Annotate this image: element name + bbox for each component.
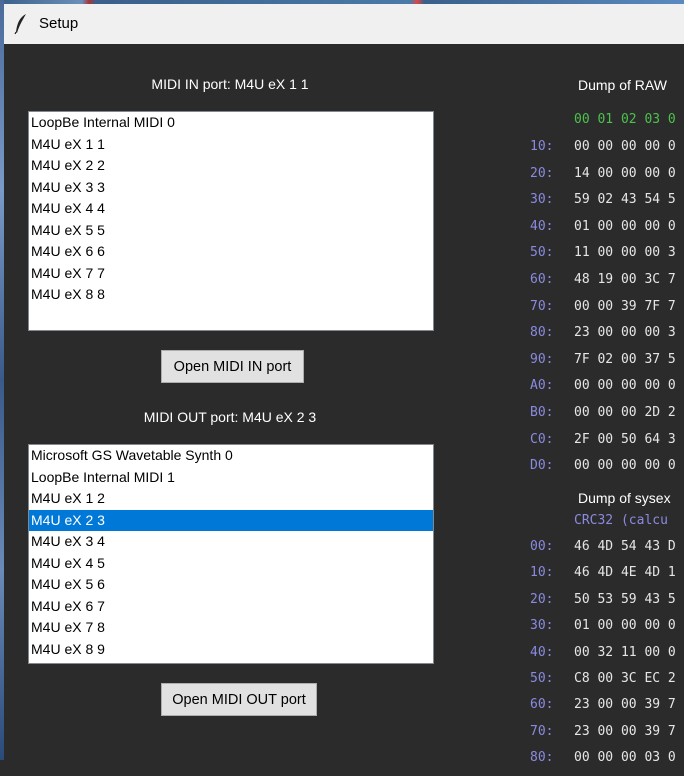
raw-dump-title: Dump of RAW [578, 77, 667, 93]
hex-bytes: 00 00 00 00 0 [574, 139, 676, 154]
hex-bytes: 01 00 00 00 0 [574, 618, 676, 634]
hex-address: 90: [530, 351, 554, 367]
hex-bytes: 23 00 00 39 7 [574, 697, 676, 713]
hex-bytes: 11 00 00 00 3 [574, 245, 676, 261]
hex-bytes: 23 00 00 39 7 [574, 723, 676, 739]
open-midi-in-button[interactable]: Open MIDI IN port [161, 350, 304, 383]
hex-dump-row: 30: 59 02 43 54 5 [530, 192, 676, 218]
list-item[interactable]: M4U eX 2 2 [29, 155, 433, 177]
list-item[interactable]: M4U eX 7 8 [29, 617, 433, 639]
hex-dump-row: A0: 00 00 00 00 0 [530, 378, 676, 404]
hex-bytes: 23 00 00 00 3 [574, 325, 676, 341]
hex-dump-row: 10: 00 00 00 00 0 [530, 139, 676, 165]
sysex-dump-title: Dump of sysex [578, 490, 671, 506]
hex-address: 60: [530, 272, 554, 287]
hex-dump-row: 10: 46 4D 4E 4D 1 [530, 565, 676, 591]
midi-out-listbox[interactable]: Microsoft GS Wavetable Synth 0 LoopBe Int… [28, 444, 434, 664]
hex-address: 80: [530, 750, 554, 766]
hex-address: 70: [530, 298, 554, 314]
hex-bytes: C8 00 3C EC 2 [574, 671, 676, 686]
list-item[interactable]: M4U eX 6 7 [29, 596, 433, 618]
list-item[interactable]: M4U eX 7 7 [29, 263, 433, 285]
list-item[interactable]: M4U eX 6 6 [29, 241, 433, 263]
hex-address: B0: [530, 405, 554, 420]
midi-in-port-label: MIDI IN port: M4U eX 1 1 [151, 76, 309, 92]
hex-bytes: 50 53 59 43 5 [574, 591, 676, 607]
hex-dump-row: 60: 48 19 00 3C 7 [530, 272, 676, 298]
hex-address: 60: [530, 697, 554, 713]
hex-address: C0: [530, 431, 554, 447]
hex-dump-row: 20: 14 00 00 00 0 [530, 166, 676, 192]
hex-address: 80: [530, 325, 554, 341]
hex-address: 30: [530, 618, 554, 634]
list-item[interactable]: M4U eX 4 4 [29, 198, 433, 220]
hex-dump-row: B0: 00 00 00 2D 2 [530, 405, 676, 431]
hex-bytes: 46 4D 54 43 D [574, 539, 676, 554]
window-title: Setup [39, 15, 79, 32]
hex-address: 50: [530, 245, 554, 261]
feather-icon [14, 14, 26, 35]
hex-address: 20: [530, 165, 554, 181]
list-item[interactable]: M4U eX 4 5 [29, 553, 433, 575]
midi-out-port-label: MIDI OUT port: M4U eX 2 3 [143, 409, 317, 425]
midi-in-listbox[interactable]: LoopBe Internal MIDI 0 M4U eX 1 1 M4U eX 2… [28, 111, 434, 331]
hex-dump-row: 70: 23 00 00 39 7 [530, 724, 676, 750]
hex-bytes: 00 32 11 00 0 [574, 644, 676, 660]
hex-bytes: 14 00 00 00 0 [574, 165, 676, 181]
list-item[interactable]: M4U eX 8 8 [29, 284, 433, 306]
list-item[interactable]: M4U eX 1 1 [29, 134, 433, 156]
hex-dump-row: C0: 2F 00 50 64 3 [530, 432, 676, 458]
list-item[interactable]: M4U eX 3 3 [29, 177, 433, 199]
raw-dump-header: 00 01 02 03 0 [574, 112, 676, 127]
hex-address: 40: [530, 644, 554, 660]
hex-address: 10: [530, 565, 554, 581]
hex-dump-row: 40: 00 32 11 00 0 [530, 645, 676, 671]
list-item[interactable]: M4U eX 5 6 [29, 574, 433, 596]
hex-address: 00: [530, 539, 554, 554]
setup-window: Setup MIDI IN port: M4U eX 1 1 LoopBe In… [4, 4, 684, 765]
title-bar[interactable]: Setup [4, 4, 684, 44]
hex-bytes: 00 00 00 2D 2 [574, 405, 676, 420]
hex-dump-row: D0: 00 00 00 00 0 [530, 458, 676, 484]
list-item[interactable]: Microsoft GS Wavetable Synth 0 [29, 445, 433, 467]
hex-dump-row: 00: 46 4D 54 43 D [530, 539, 676, 565]
hex-bytes: 01 00 00 00 0 [574, 218, 676, 234]
hex-dump-row: 80: 00 00 00 03 0 [530, 750, 676, 776]
hex-bytes: 00 00 00 00 0 [574, 458, 676, 474]
list-item[interactable]: LoopBe Internal MIDI 1 [29, 467, 433, 489]
hex-dump-row: 30: 01 00 00 00 0 [530, 618, 676, 644]
list-item[interactable]: M4U eX 5 5 [29, 220, 433, 242]
hex-dump-row: 60: 23 00 00 39 7 [530, 697, 676, 723]
list-item[interactable]: M4U eX 2 3 [29, 509, 433, 531]
hex-bytes: 48 19 00 3C 7 [574, 272, 676, 287]
list-item[interactable]: LoopBe Internal MIDI 0 [29, 112, 433, 134]
hex-address: 10: [530, 139, 554, 154]
hex-address: 30: [530, 192, 554, 208]
hex-bytes: 00 00 39 7F 7 [574, 298, 676, 314]
crc32-label: CRC32 (calcu [574, 513, 668, 528]
hex-dump-row: 80: 23 00 00 00 3 [530, 325, 676, 351]
hex-dump-row: 50: C8 00 3C EC 2 [530, 671, 676, 697]
list-item[interactable]: M4U eX 3 4 [29, 531, 433, 553]
hex-address: 20: [530, 591, 554, 607]
hex-address: A0: [530, 378, 554, 394]
hex-address: 40: [530, 218, 554, 234]
hex-bytes: 2F 00 50 64 3 [574, 431, 676, 447]
hex-dump-row: 90: 7F 02 00 37 5 [530, 352, 676, 378]
open-midi-out-button[interactable]: Open MIDI OUT port [161, 683, 317, 716]
hex-dump-row: 50: 11 00 00 00 3 [530, 245, 676, 271]
hex-bytes: 00 00 00 00 0 [574, 378, 676, 394]
list-item[interactable]: M4U eX 1 2 [29, 488, 433, 510]
hex-address: D0: [530, 458, 554, 474]
hex-dump-row: 20: 50 53 59 43 5 [530, 592, 676, 618]
hex-bytes: 00 00 00 03 0 [574, 750, 676, 766]
hex-dump-row: 70: 00 00 39 7F 7 [530, 299, 676, 325]
hex-dump-row: 40: 01 00 00 00 0 [530, 219, 676, 245]
hex-bytes: 59 02 43 54 5 [574, 192, 676, 208]
hex-bytes: 46 4D 4E 4D 1 [574, 565, 676, 581]
hex-address: 50: [530, 671, 554, 686]
hex-bytes: 7F 02 00 37 5 [574, 351, 676, 367]
hex-address: 70: [530, 723, 554, 739]
list-item[interactable]: M4U eX 8 9 [29, 639, 433, 661]
